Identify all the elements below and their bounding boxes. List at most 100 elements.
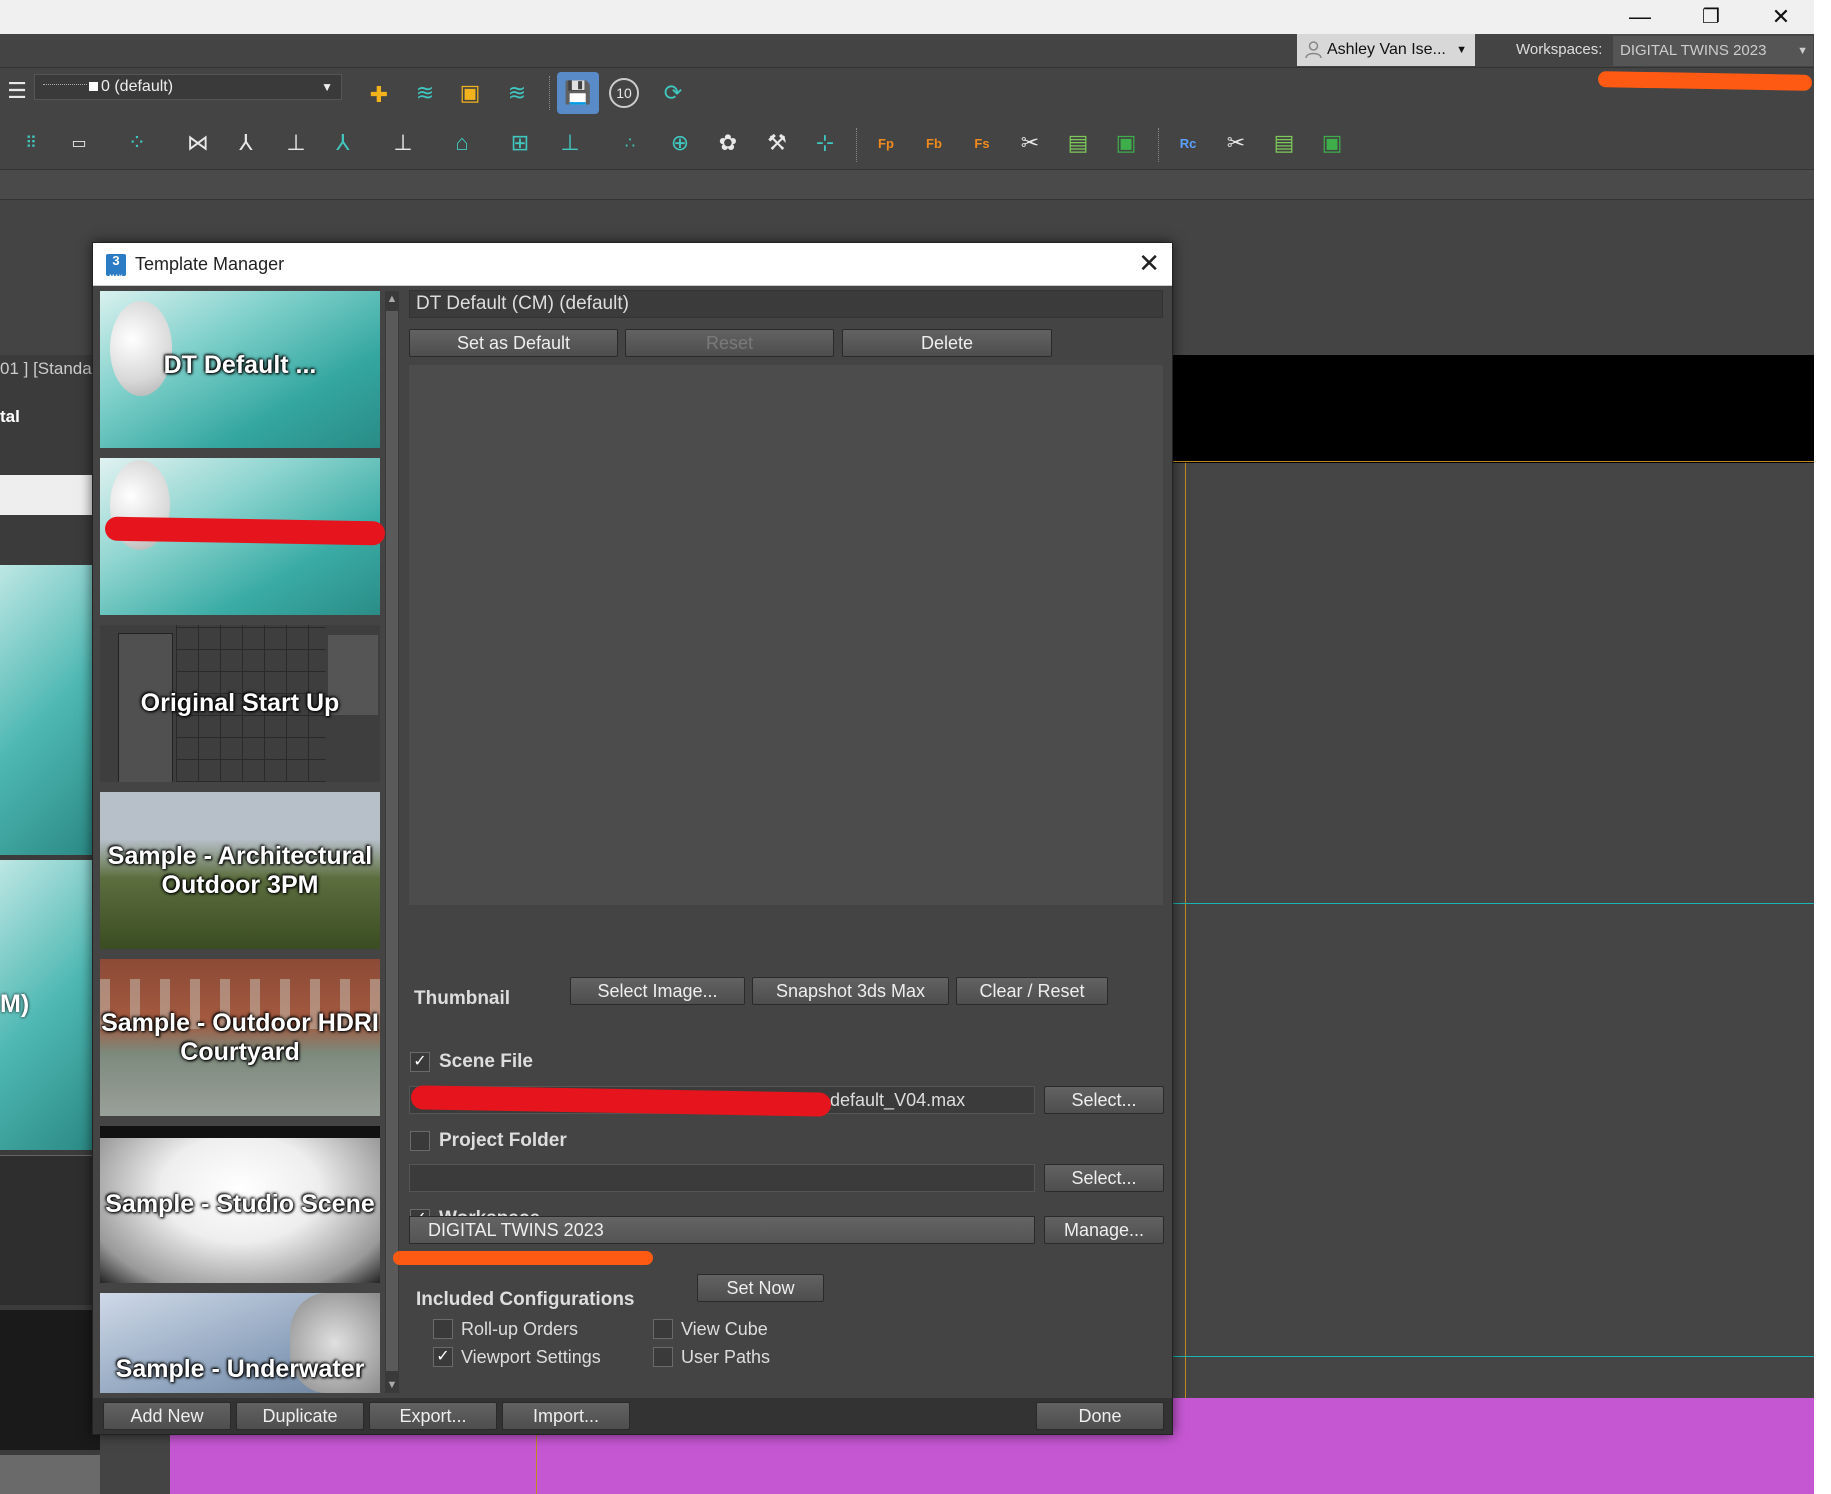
chevron-down-icon: ▼ (1797, 45, 1808, 57)
save-scene-icon[interactable]: 💾 (557, 72, 599, 114)
viewport-settings-checkbox[interactable]: ✓ (433, 1347, 453, 1367)
x-tool-icon[interactable]: ✂ (1013, 126, 1047, 160)
close-icon[interactable]: ✕ (1746, 0, 1814, 34)
viewport-border-line (1185, 463, 1186, 1494)
template-label: Original Start Up (140, 689, 340, 717)
paint-icon[interactable]: ✿ (711, 126, 745, 160)
scrollbar-thumb[interactable] (386, 311, 398, 1371)
duplicate-button[interactable]: Duplicate (236, 1402, 364, 1430)
render-count: 10 (616, 85, 632, 101)
template-item[interactable]: Sample - Underwater (100, 1293, 380, 1393)
scene-file-checkbox[interactable]: ✓ (410, 1052, 430, 1072)
dots-icon[interactable]: ⁘ (120, 126, 154, 160)
x-tool2-icon[interactable]: ✂ (1219, 126, 1253, 160)
grid-icon[interactable]: ⠿ (14, 126, 48, 160)
secondary-toolbar (0, 120, 1814, 170)
template-item[interactable]: Sample - Studio Scene (100, 1126, 380, 1283)
dialog-titlebar: 3 MAX Template Manager ✕ (93, 243, 1172, 286)
import-button[interactable]: Import... (502, 1402, 630, 1430)
template-item[interactable]: Sample - Outdoor HDRI Courtyard (100, 959, 380, 1116)
restore-icon[interactable]: ❐ (1676, 0, 1746, 34)
project-folder-field[interactable] (409, 1164, 1035, 1192)
delete-button[interactable]: Delete (842, 329, 1052, 357)
template-label: DT Default ... (163, 351, 317, 379)
manage-workspace-button[interactable]: Manage... (1044, 1216, 1164, 1244)
layer-manager-icon[interactable]: ≋ (500, 76, 534, 110)
refresh-icon[interactable]: ⟳ (656, 76, 690, 110)
align-icon[interactable]: ⊥ (553, 126, 587, 160)
green-panel2-icon[interactable]: ▣ (1315, 126, 1349, 160)
layer-stack-icon[interactable]: ≋ (408, 76, 442, 110)
user-paths-label: User Paths (681, 1347, 771, 1367)
template-name-field[interactable]: DT Default (CM) (default) (409, 290, 1163, 318)
scroll-up-icon[interactable]: ▲ (386, 293, 398, 305)
export-button[interactable]: Export... (369, 1402, 497, 1430)
helper-icon[interactable]: ⊥ (386, 126, 420, 160)
rc-icon[interactable]: Rc (1171, 126, 1205, 160)
workspace-select[interactable]: DIGITAL TWINS 2023 ▼ (1613, 36, 1813, 66)
app-icon: 3 MAX (106, 254, 126, 281)
ruler-icon[interactable]: ▭ (62, 126, 96, 160)
user-name: Ashley Van Ise... (1327, 41, 1446, 58)
particle-icon[interactable]: ∴ (613, 126, 647, 160)
close-icon[interactable]: ✕ (1138, 248, 1160, 279)
toolbar-separator (1158, 128, 1160, 162)
table-icon[interactable]: ▤ (1061, 126, 1095, 160)
layer-dropdown-value: 0 (default) (101, 78, 174, 95)
set-now-button[interactable]: Set Now (697, 1274, 824, 1302)
flow-icon[interactable]: ⊹ (808, 126, 842, 160)
tools-icon[interactable]: ⚒ (760, 126, 794, 160)
viewport-label: 01 ] [Standa (0, 359, 92, 378)
layer-swatch-icon (43, 84, 87, 90)
target-icon[interactable]: ⊕ (663, 126, 697, 160)
table2-icon[interactable]: ▤ (1267, 126, 1301, 160)
template-manager-dialog: 3 MAX Template Manager ✕ DT Default ... O (92, 242, 1173, 1435)
constraint-icon[interactable]: ⌂ (445, 126, 479, 160)
layer-dropdown[interactable]: 0 (default) ▼ (34, 74, 342, 100)
template-item[interactable]: Sample - Architectural Outdoor 3PM (100, 792, 380, 949)
done-button[interactable]: Done (1036, 1402, 1164, 1430)
viewport-dark (0, 1310, 100, 1450)
fs-icon[interactable]: Fs (965, 126, 999, 160)
project-folder-checkbox[interactable] (410, 1131, 430, 1151)
scroll-down-icon[interactable]: ▼ (386, 1379, 398, 1391)
reset-button[interactable]: Reset (625, 329, 834, 357)
set-default-button[interactable]: Set as Default (409, 329, 618, 357)
layers-icon[interactable]: ☰ (0, 74, 34, 108)
fp-icon[interactable]: Fp (869, 126, 903, 160)
template-item[interactable]: DT Default ... (100, 291, 380, 448)
template-list[interactable]: DT Default ... Original Start Up Sample … (97, 291, 381, 1393)
template-list-scrollbar[interactable]: ▲ ▼ (385, 291, 399, 1393)
viewport-perspective[interactable] (1170, 463, 1814, 1398)
clear-reset-button[interactable]: Clear / Reset (956, 977, 1108, 1005)
user-account-button[interactable]: Ashley Van Ise... ▼ (1297, 34, 1475, 66)
template-label: Sample - Underwater (115, 1355, 365, 1383)
add-layer-icon[interactable]: ✚ (362, 78, 396, 112)
add-new-button[interactable]: Add New (103, 1402, 231, 1430)
rollup-orders-checkbox[interactable] (433, 1319, 453, 1339)
project-folder-label: Project Folder (439, 1130, 567, 1151)
minimize-icon[interactable]: — (1605, 0, 1675, 34)
biped-icon[interactable]: ⅄ (229, 126, 263, 160)
workspace-select-field[interactable]: DIGITAL TWINS 2023 (409, 1216, 1035, 1244)
select-image-button[interactable]: Select Image... (570, 977, 745, 1005)
template-item[interactable]: Original Start Up (100, 625, 380, 782)
ik-icon[interactable]: ⊥ (279, 126, 313, 160)
toolbar-separator (856, 128, 858, 162)
project-folder-select-button[interactable]: Select... (1044, 1164, 1164, 1192)
scene-file-select-button[interactable]: Select... (1044, 1086, 1164, 1114)
spring-icon[interactable]: ⅄ (326, 126, 360, 160)
select-layer-icon[interactable]: ▣ (453, 76, 487, 110)
green-panel-icon[interactable]: ▣ (1109, 126, 1143, 160)
snapshot-button[interactable]: Snapshot 3ds Max (752, 977, 949, 1005)
counter-icon[interactable]: 10 (609, 78, 639, 108)
viewport-label: tal (0, 407, 20, 426)
view-cube-checkbox[interactable] (653, 1319, 673, 1339)
user-paths-checkbox[interactable] (653, 1347, 673, 1367)
thumbnail-label: Thumbnail (414, 988, 511, 1009)
viewport-grid-line (1170, 1356, 1814, 1357)
bone-icon[interactable]: ⋈ (181, 126, 215, 160)
dialog-footer: Add New Duplicate Export... Import... Do… (93, 1398, 1172, 1434)
mirror-icon[interactable]: ⊞ (503, 126, 537, 160)
fb-icon[interactable]: Fb (917, 126, 951, 160)
